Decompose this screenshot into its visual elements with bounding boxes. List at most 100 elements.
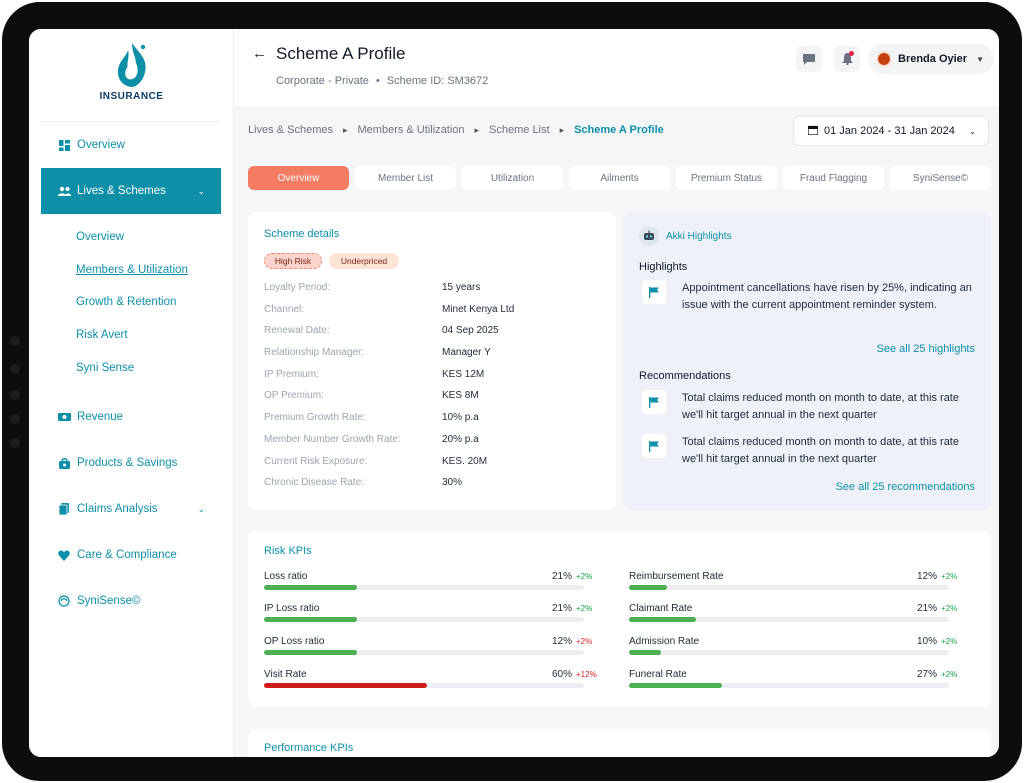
subitem-members-utilization[interactable]: Members & Utilization bbox=[76, 264, 188, 276]
sidebar-item-label: Lives & Schemes bbox=[77, 185, 166, 197]
detail-label: Chronic Disease Rate: bbox=[264, 477, 365, 488]
document-icon bbox=[57, 502, 71, 516]
sidebar-item-synisense[interactable]: SyniSense© bbox=[41, 578, 221, 624]
kpi-progress-track bbox=[264, 650, 584, 655]
kpi-row: IP Loss ratio 21% +2% bbox=[264, 603, 592, 629]
recommendation-text: Total claims reduced month on month to d… bbox=[682, 436, 959, 465]
performance-kpis-card: Performance KPIs bbox=[248, 729, 991, 757]
kpi-label: Visit Rate bbox=[264, 669, 307, 680]
tab-ailments[interactable]: Ailments bbox=[569, 166, 670, 190]
chevron-down-icon: ⌄ bbox=[969, 126, 976, 136]
page-title: Scheme A Profile bbox=[276, 44, 406, 63]
sidebar-item-label: Care & Compliance bbox=[77, 549, 177, 561]
kpi-progress-fill bbox=[629, 650, 661, 655]
detail-label: Current Risk Exposure: bbox=[264, 456, 368, 467]
see-all-recommendations-link[interactable]: See all 25 recommendations bbox=[836, 481, 975, 493]
kpi-delta: +2% bbox=[941, 637, 958, 646]
detail-label: Renewal Date: bbox=[264, 325, 330, 336]
sidebar-item-care-compliance[interactable]: Care & Compliance bbox=[41, 532, 221, 578]
detail-label: Channel: bbox=[264, 304, 305, 315]
kpi-delta: +2% bbox=[941, 670, 958, 679]
scheme-type: Corporate - Private bbox=[276, 75, 369, 87]
breadcrumb-item[interactable]: Scheme List bbox=[489, 124, 550, 136]
tab-overview[interactable]: Overview bbox=[248, 166, 349, 190]
breadcrumb-item[interactable]: Members & Utilization bbox=[358, 124, 465, 136]
kpi-progress-track bbox=[629, 585, 949, 590]
sidebar-item-label: Claims Analysis bbox=[77, 503, 158, 515]
subitem-syni-sense[interactable]: Syni Sense bbox=[76, 362, 134, 374]
kpi-value: 21% bbox=[551, 603, 572, 614]
subitem-growth-retention[interactable]: Growth & Retention bbox=[76, 296, 176, 308]
kpi-progress-fill bbox=[264, 683, 427, 688]
logo-flame-icon bbox=[117, 43, 146, 87]
device-button bbox=[10, 414, 20, 424]
sidebar-item-label: Revenue bbox=[77, 411, 124, 423]
money-icon bbox=[57, 410, 71, 424]
chat-icon[interactable] bbox=[796, 46, 822, 72]
kpi-delta: +2% bbox=[576, 604, 593, 613]
robot-icon bbox=[639, 226, 659, 246]
kpi-delta: +2% bbox=[576, 637, 593, 646]
sidebar-item-revenue[interactable]: Revenue bbox=[41, 394, 221, 440]
tab-member-list[interactable]: Member List bbox=[355, 166, 456, 190]
akki-highlights-card: Akki Highlights Highlights Appointment c… bbox=[623, 212, 991, 510]
performance-kpis-title: Performance KPIs bbox=[264, 742, 354, 754]
kpi-delta: +12% bbox=[576, 670, 597, 679]
kpi-delta: +2% bbox=[576, 572, 593, 581]
sidebar-item-label: SyniSense© bbox=[77, 595, 141, 607]
tab-utilization[interactable]: Utilization bbox=[462, 166, 563, 190]
sidebar-item-products-savings[interactable]: Products & Savings bbox=[41, 440, 221, 486]
calendar-icon bbox=[807, 125, 819, 138]
sidebar-item-claims-analysis[interactable]: Claims Analysis ⌄ bbox=[41, 486, 221, 532]
recommendation-text: Total claims reduced month on month to d… bbox=[682, 392, 959, 421]
back-arrow-icon[interactable]: ← bbox=[252, 45, 267, 62]
chevron-right-icon: ▸ bbox=[474, 124, 480, 135]
kpi-progress-fill bbox=[264, 617, 357, 622]
tab-premium-status[interactable]: Premium Status bbox=[676, 166, 777, 190]
chevron-down-icon: ⌄ bbox=[197, 185, 205, 196]
kpi-label: Claimant Rate bbox=[629, 603, 693, 614]
status-badge-high-risk: High Risk bbox=[264, 253, 322, 269]
kpi-row: Claimant Rate 21% +2% bbox=[629, 603, 957, 629]
kpi-delta: +2% bbox=[941, 572, 958, 581]
subitem-overview[interactable]: Overview bbox=[76, 231, 124, 243]
detail-label: IP Premium: bbox=[264, 369, 319, 380]
synisense-icon bbox=[57, 594, 71, 608]
bell-icon[interactable] bbox=[834, 46, 860, 72]
detail-label: Loyalty Period: bbox=[264, 282, 331, 293]
user-menu[interactable]: Brenda Oyier ▼ bbox=[868, 44, 994, 74]
user-name: Brenda Oyier bbox=[898, 53, 968, 65]
detail-value: 30% bbox=[442, 477, 463, 488]
tablet-frame: INSURANCE Overview Lives & Schemes ⌄ Ove… bbox=[2, 2, 1022, 781]
see-all-highlights-link[interactable]: See all 25 highlights bbox=[877, 343, 975, 355]
device-button bbox=[10, 438, 20, 448]
top-header: ← Scheme A Profile Corporate - Private • S… bbox=[234, 29, 999, 106]
kpi-value: 27% bbox=[916, 669, 937, 680]
app-screen: INSURANCE Overview Lives & Schemes ⌄ Ove… bbox=[29, 29, 999, 757]
kpi-progress-fill bbox=[629, 683, 722, 688]
subitem-risk-avert[interactable]: Risk Avert bbox=[76, 329, 128, 341]
kpi-progress-fill bbox=[264, 650, 357, 655]
separator-dot: • bbox=[375, 75, 380, 87]
device-button bbox=[10, 364, 20, 374]
kpi-label: Funeral Rate bbox=[629, 669, 687, 680]
sidebar-item-lives-schemes[interactable]: Lives & Schemes ⌄ bbox=[41, 168, 221, 214]
avatar bbox=[876, 51, 892, 67]
kpi-value: 12% bbox=[551, 636, 572, 647]
kpi-label: Admission Rate bbox=[629, 636, 700, 647]
detail-value: Minet Kenya Ltd bbox=[442, 304, 515, 315]
breadcrumb-item[interactable]: Lives & Schemes bbox=[248, 124, 333, 136]
kpi-progress-fill bbox=[629, 617, 696, 622]
sidebar-item-overview[interactable]: Overview bbox=[41, 122, 221, 168]
tab-synisense[interactable]: SyniSense© bbox=[890, 166, 991, 190]
page-subtitle: Corporate - Private • Scheme ID: SM3672 bbox=[276, 75, 488, 87]
scheme-details-title: Scheme details bbox=[264, 228, 340, 240]
logo: INSURANCE bbox=[29, 41, 234, 102]
kpi-delta: +2% bbox=[941, 604, 958, 613]
chevron-down-icon: ⌄ bbox=[197, 503, 205, 514]
risk-kpis-card: Risk KPIs Loss ratio 21% +2% IP Loss ratio 2… bbox=[248, 531, 991, 707]
tab-fraud-flagging[interactable]: Fraud Flagging bbox=[783, 166, 884, 190]
chevron-right-icon: ▸ bbox=[559, 124, 565, 135]
kpi-row: Funeral Rate 27% +2% bbox=[629, 669, 957, 695]
date-range-picker[interactable]: 01 Jan 2024 - 31 Jan 2024 ⌄ bbox=[793, 116, 989, 146]
